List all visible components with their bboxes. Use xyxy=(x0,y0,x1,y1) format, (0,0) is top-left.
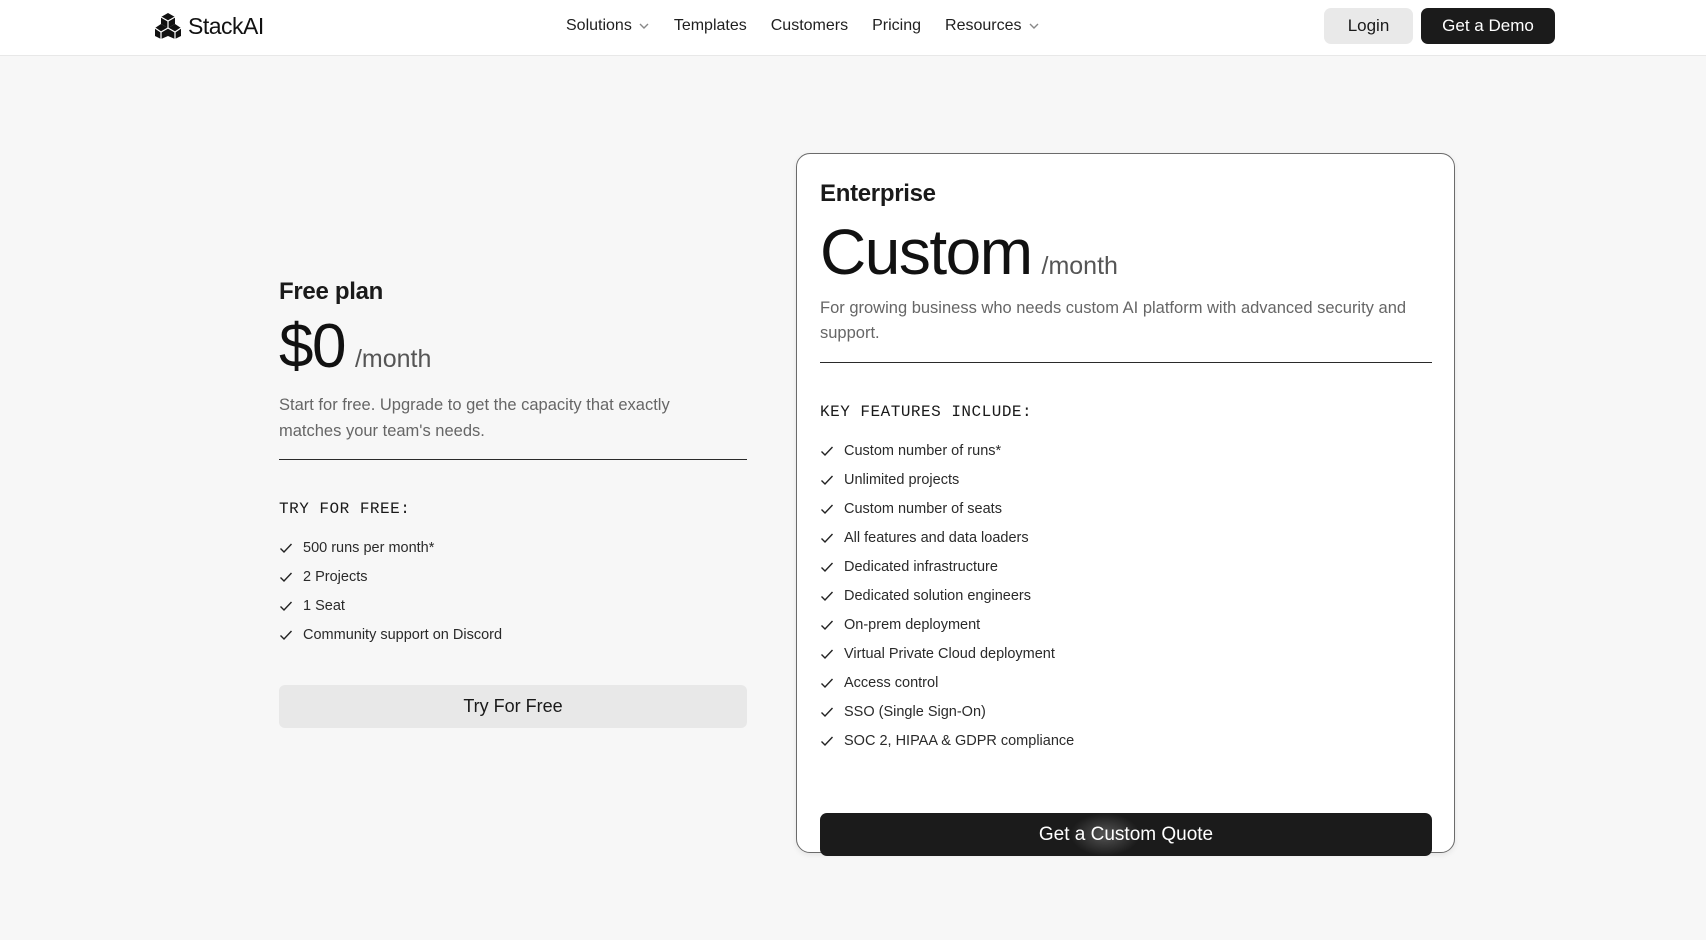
enterprise-plan-price-row: Custom /month xyxy=(820,220,1432,284)
nav-pricing[interactable]: Pricing xyxy=(872,17,921,35)
stackai-cubes-logo-icon xyxy=(154,13,182,39)
feature-label: Virtual Private Cloud deployment xyxy=(844,645,1055,662)
top-navigation-bar: StackAI Solutions Templates Customers Pr… xyxy=(0,0,1706,56)
free-plan-divider xyxy=(279,459,747,460)
check-icon xyxy=(821,562,834,572)
feature-label: 2 Projects xyxy=(303,568,368,585)
enterprise-plan-content: Enterprise Custom /month For growing bus… xyxy=(820,180,1432,856)
feature-label: SSO (Single Sign-On) xyxy=(844,703,986,720)
list-item: Virtual Private Cloud deployment xyxy=(820,639,1432,668)
check-icon xyxy=(821,591,834,601)
feature-label: Custom number of seats xyxy=(844,500,1002,517)
brand-logo[interactable]: StackAI xyxy=(154,12,264,40)
nav-solutions[interactable]: Solutions xyxy=(566,17,650,35)
list-item: Unlimited projects xyxy=(820,465,1432,494)
feature-label: 500 runs per month* xyxy=(303,539,435,556)
chevron-down-icon xyxy=(1029,23,1038,29)
free-plan-description: Start for free. Upgrade to get the capac… xyxy=(279,396,670,440)
free-plan-feature-list: 500 runs per month* 2 Projects 1 Seat Co… xyxy=(279,533,747,649)
free-plan-title: Free plan xyxy=(279,278,383,305)
list-item: All features and data loaders xyxy=(820,523,1432,552)
check-icon xyxy=(821,736,834,746)
check-icon xyxy=(821,707,834,717)
login-button[interactable]: Login xyxy=(1324,8,1413,44)
list-item: On-prem deployment xyxy=(820,610,1432,639)
free-plan-price-row: $0 /month xyxy=(279,316,747,378)
nav-solutions-label: Solutions xyxy=(566,17,632,34)
check-icon xyxy=(821,678,834,688)
list-item: 1 Seat xyxy=(279,591,747,620)
get-a-demo-button[interactable]: Get a Demo xyxy=(1421,8,1555,44)
brand-name: StackAI xyxy=(188,12,264,39)
feature-label: Dedicated solution engineers xyxy=(844,587,1032,604)
nav-templates[interactable]: Templates xyxy=(674,17,747,35)
enterprise-plan-description: For growing business who needs custom AI… xyxy=(820,299,1407,342)
list-item: 2 Projects xyxy=(279,562,747,591)
get-a-custom-quote-label: Get a Custom Quote xyxy=(1038,823,1214,845)
check-icon xyxy=(280,572,293,582)
list-item: SSO (Single Sign-On) xyxy=(820,697,1432,726)
nav-customers-label: Customers xyxy=(770,17,849,34)
check-icon xyxy=(821,620,834,630)
enterprise-plan-feature-list: Custom number of runs* Unlimited project… xyxy=(820,436,1432,755)
feature-label: On-prem deployment xyxy=(844,616,981,633)
nav-resources-label: Resources xyxy=(945,17,1022,34)
check-icon xyxy=(821,446,834,456)
check-icon xyxy=(280,630,293,640)
nav-templates-label: Templates xyxy=(673,17,747,34)
list-item: Access control xyxy=(820,668,1432,697)
list-item: 500 runs per month* xyxy=(279,533,747,562)
feature-label: Dedicated infrastructure xyxy=(844,558,998,575)
enterprise-plan-card: Enterprise Custom /month For growing bus… xyxy=(796,153,1455,856)
feature-label: Community support on Discord xyxy=(303,626,503,643)
check-icon xyxy=(821,504,834,514)
list-item: Custom number of seats xyxy=(820,494,1432,523)
enterprise-plan-features-title: KEY FEATURES INCLUDE: xyxy=(820,403,1033,421)
nav-resources[interactable]: Resources xyxy=(945,17,1039,35)
check-icon xyxy=(821,533,834,543)
check-icon xyxy=(821,475,834,485)
list-item: SOC 2, HIPAA & GDPR compliance xyxy=(820,726,1432,755)
list-item: Custom number of runs* xyxy=(820,436,1432,465)
feature-label: Unlimited projects xyxy=(844,471,960,488)
enterprise-plan-period: /month xyxy=(1041,252,1118,280)
list-item: Community support on Discord xyxy=(279,620,747,649)
free-plan-price: $0 xyxy=(279,312,346,381)
feature-label: Access control xyxy=(844,674,939,691)
enterprise-plan-price: Custom xyxy=(820,216,1033,288)
check-icon xyxy=(280,601,293,611)
get-a-custom-quote-button[interactable]: Get a Custom Quote xyxy=(820,813,1432,856)
feature-label: All features and data loaders xyxy=(844,529,1029,546)
enterprise-plan-title: Enterprise xyxy=(820,180,936,207)
feature-label: SOC 2, HIPAA & GDPR compliance xyxy=(844,732,1075,749)
check-icon xyxy=(280,543,293,553)
free-plan-period: /month xyxy=(354,345,432,373)
nav-pricing-label: Pricing xyxy=(872,17,922,34)
main-nav: Solutions Templates Customers Pricing Re… xyxy=(566,15,1040,37)
free-plan-features-title: TRY FOR FREE: xyxy=(279,500,411,518)
try-for-free-button[interactable]: Try For Free xyxy=(279,685,747,728)
enterprise-plan-divider xyxy=(820,362,1432,363)
list-item: Dedicated infrastructure xyxy=(820,552,1432,581)
nav-customers[interactable]: Customers xyxy=(771,17,848,35)
chevron-down-icon xyxy=(639,23,649,29)
feature-label: 1 Seat xyxy=(303,597,345,614)
list-item: Dedicated solution engineers xyxy=(820,581,1432,610)
free-plan-section: Free plan $0 /month Start for free. Upgr… xyxy=(279,278,747,728)
check-icon xyxy=(821,649,834,659)
feature-label: Custom number of runs* xyxy=(844,442,1002,459)
